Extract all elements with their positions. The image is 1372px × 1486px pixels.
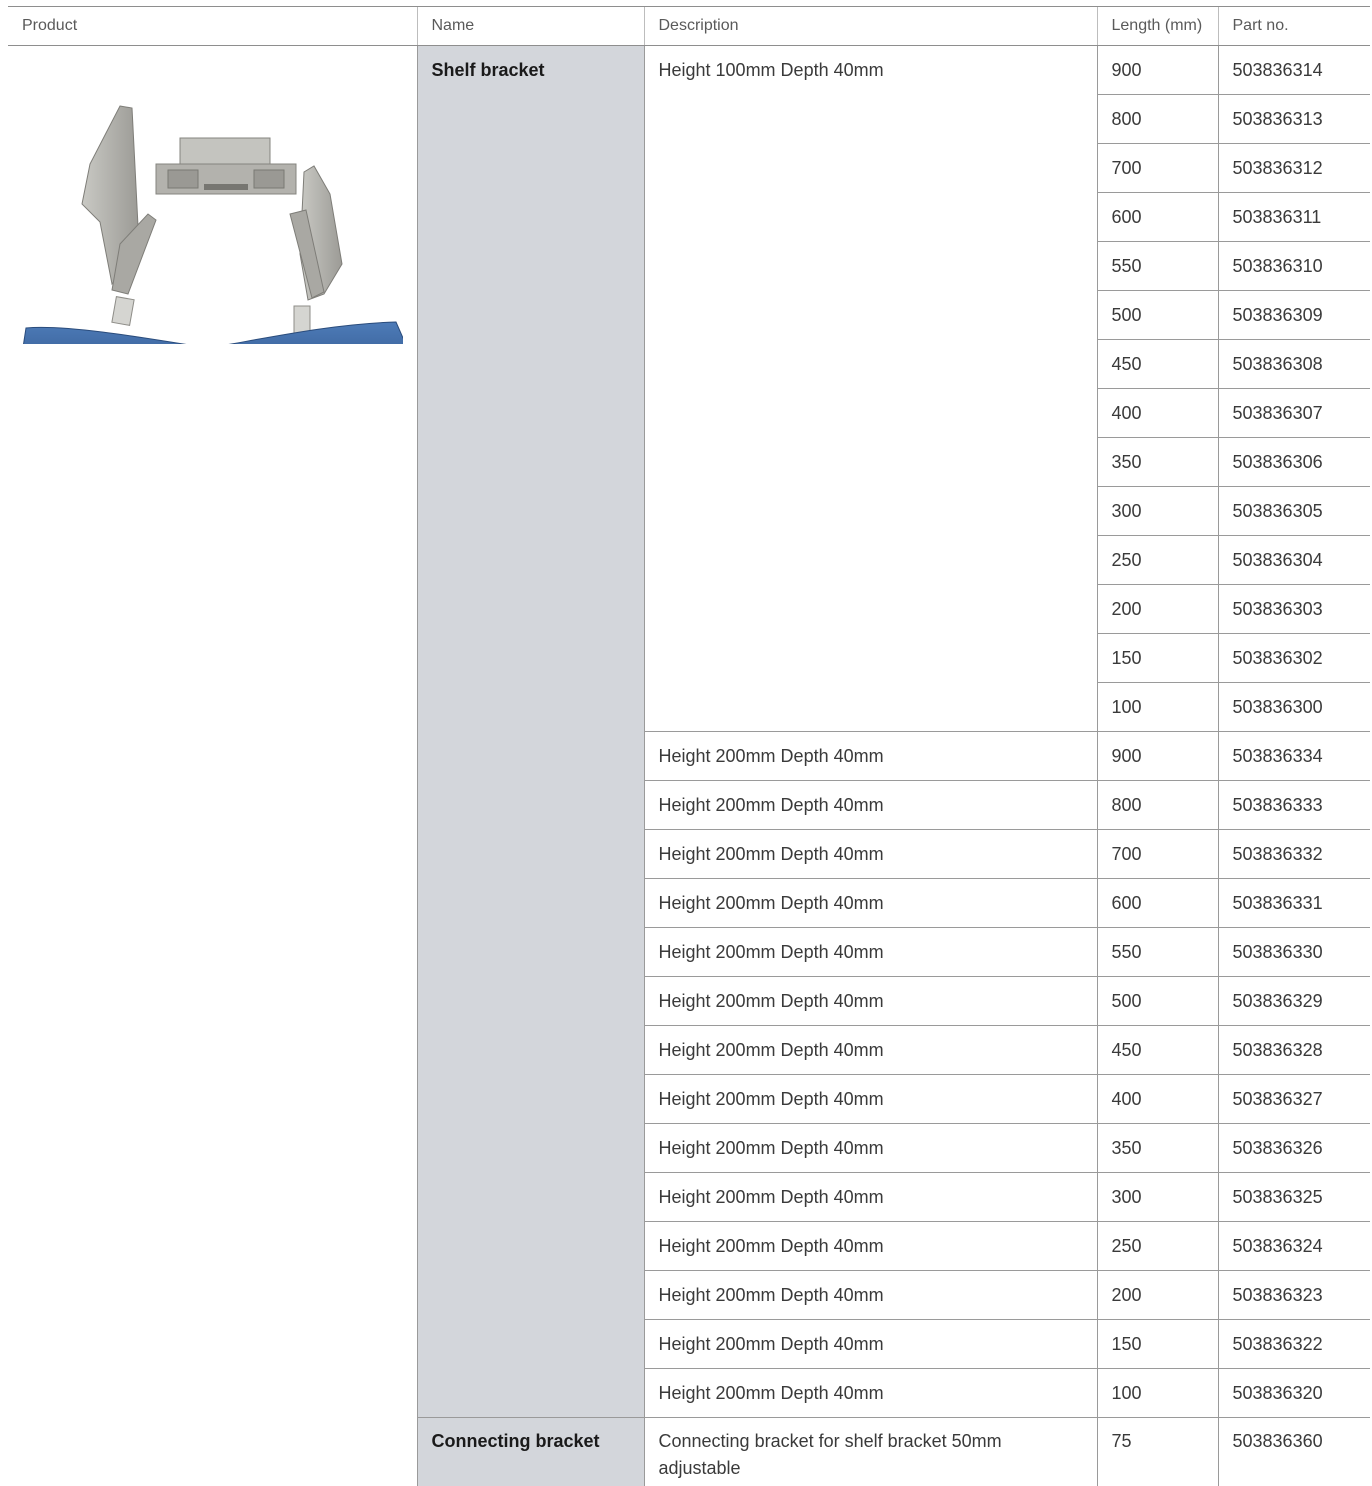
description-cell: Height 200mm Depth 40mm — [643, 976, 1097, 1026]
part-no-cell: 503836323 — [1217, 1270, 1370, 1320]
length-cell: 700 — [1096, 143, 1218, 193]
part-no-cell: 503836328 — [1217, 1025, 1370, 1075]
description-cell: Connecting bracket for shelf bracket 50m… — [643, 1417, 1097, 1486]
length-cell: 150 — [1096, 1319, 1218, 1369]
length-cell: 700 — [1096, 829, 1218, 879]
length-cell: 550 — [1096, 241, 1218, 291]
part-no-cell: 503836309 — [1217, 290, 1370, 340]
length-cell: 600 — [1096, 192, 1218, 242]
length-cell: 800 — [1096, 94, 1218, 144]
part-no-cell: 503836334 — [1217, 731, 1370, 781]
part-no-cell: 503836333 — [1217, 780, 1370, 830]
length-cell: 250 — [1096, 1221, 1218, 1271]
length-cell: 500 — [1096, 290, 1218, 340]
length-cell: 250 — [1096, 535, 1218, 585]
shelf-bracket-product-image — [23, 105, 403, 344]
description-cell: Height 200mm Depth 40mm — [643, 780, 1097, 830]
header-name: Name — [416, 6, 644, 46]
header-description: Description — [643, 6, 1097, 46]
description-cell: Height 200mm Depth 40mm — [643, 1368, 1097, 1418]
length-cell: 400 — [1096, 1074, 1218, 1124]
length-cell: 450 — [1096, 339, 1218, 389]
length-cell: 800 — [1096, 780, 1218, 830]
product-name: Connecting bracket — [416, 1417, 644, 1486]
length-cell: 550 — [1096, 927, 1218, 977]
product-table: Product Name Description Length (mm) Par… — [8, 6, 1370, 1486]
length-cell: 300 — [1096, 486, 1218, 536]
part-no-cell: 503836322 — [1217, 1319, 1370, 1369]
part-no-cell: 503836308 — [1217, 339, 1370, 389]
description-cell: Height 200mm Depth 40mm — [643, 1123, 1097, 1173]
length-cell: 100 — [1096, 682, 1218, 732]
header-length: Length (mm) — [1096, 6, 1218, 46]
part-no-cell: 503836300 — [1217, 682, 1370, 732]
description-cell: Height 200mm Depth 40mm — [643, 1074, 1097, 1124]
part-no-cell: 503836312 — [1217, 143, 1370, 193]
description-cell: Height 200mm Depth 40mm — [643, 1221, 1097, 1271]
table-body: Shelf bracket Height 100mm Depth 40mm 900 5… — [8, 45, 1370, 1486]
description-cell: Height 200mm Depth 40mm — [643, 1172, 1097, 1222]
part-no-cell: 503836324 — [1217, 1221, 1370, 1271]
description-cell: Height 200mm Depth 40mm — [643, 1270, 1097, 1320]
part-no-cell: 503836327 — [1217, 1074, 1370, 1124]
part-no-cell: 503836331 — [1217, 878, 1370, 928]
part-no-cell: 503836332 — [1217, 829, 1370, 879]
length-cell: 900 — [1096, 731, 1218, 781]
part-no-cell: 503836311 — [1217, 192, 1370, 242]
length-cell: 100 — [1096, 1368, 1218, 1418]
product-name: Shelf bracket — [416, 45, 644, 1418]
part-no-cell: 503836325 — [1217, 1172, 1370, 1222]
part-no-cell: 503836303 — [1217, 584, 1370, 634]
description-cell: Height 200mm Depth 40mm — [643, 1025, 1097, 1075]
length-cell: 500 — [1096, 976, 1218, 1026]
length-cell: 200 — [1096, 584, 1218, 634]
part-no-cell: 503836326 — [1217, 1123, 1370, 1173]
description-cell: Height 200mm Depth 40mm — [643, 731, 1097, 781]
length-cell: 350 — [1096, 437, 1218, 487]
description-cell: Height 200mm Depth 40mm — [643, 829, 1097, 879]
length-cell: 900 — [1096, 45, 1218, 95]
part-no-cell: 503836310 — [1217, 241, 1370, 291]
part-no-cell: 503836304 — [1217, 535, 1370, 585]
description-cell: Height 200mm Depth 40mm — [643, 1319, 1097, 1369]
description-cell: Height 200mm Depth 40mm — [643, 927, 1097, 977]
description-cell: Height 200mm Depth 40mm — [643, 878, 1097, 928]
part-no-cell: 503836360 — [1217, 1417, 1370, 1486]
part-no-cell: 503836320 — [1217, 1368, 1370, 1418]
part-no-cell: 503836307 — [1217, 388, 1370, 438]
part-no-cell: 503836314 — [1217, 45, 1370, 95]
header-row: Product Name Description Length (mm) Par… — [8, 6, 1370, 46]
length-cell: 400 — [1096, 388, 1218, 438]
length-cell: 300 — [1096, 1172, 1218, 1222]
part-no-cell: 503836302 — [1217, 633, 1370, 683]
part-no-cell: 503836329 — [1217, 976, 1370, 1026]
length-cell: 600 — [1096, 878, 1218, 928]
description-cell: Height 100mm Depth 40mm — [643, 45, 1097, 732]
part-no-cell: 503836305 — [1217, 486, 1370, 536]
product-image-cell — [8, 46, 417, 1486]
length-cell: 350 — [1096, 1123, 1218, 1173]
length-cell: 75 — [1096, 1417, 1218, 1486]
part-no-cell: 503836306 — [1217, 437, 1370, 487]
length-cell: 150 — [1096, 633, 1218, 683]
header-product: Product — [8, 6, 417, 46]
table-row: Shelf bracket Height 100mm Depth 40mm 900 5… — [8, 45, 1370, 1418]
length-cell: 200 — [1096, 1270, 1218, 1320]
length-cell: 450 — [1096, 1025, 1218, 1075]
part-no-cell: 503836330 — [1217, 927, 1370, 977]
part-no-cell: 503836313 — [1217, 94, 1370, 144]
header-part-no: Part no. — [1217, 6, 1370, 46]
